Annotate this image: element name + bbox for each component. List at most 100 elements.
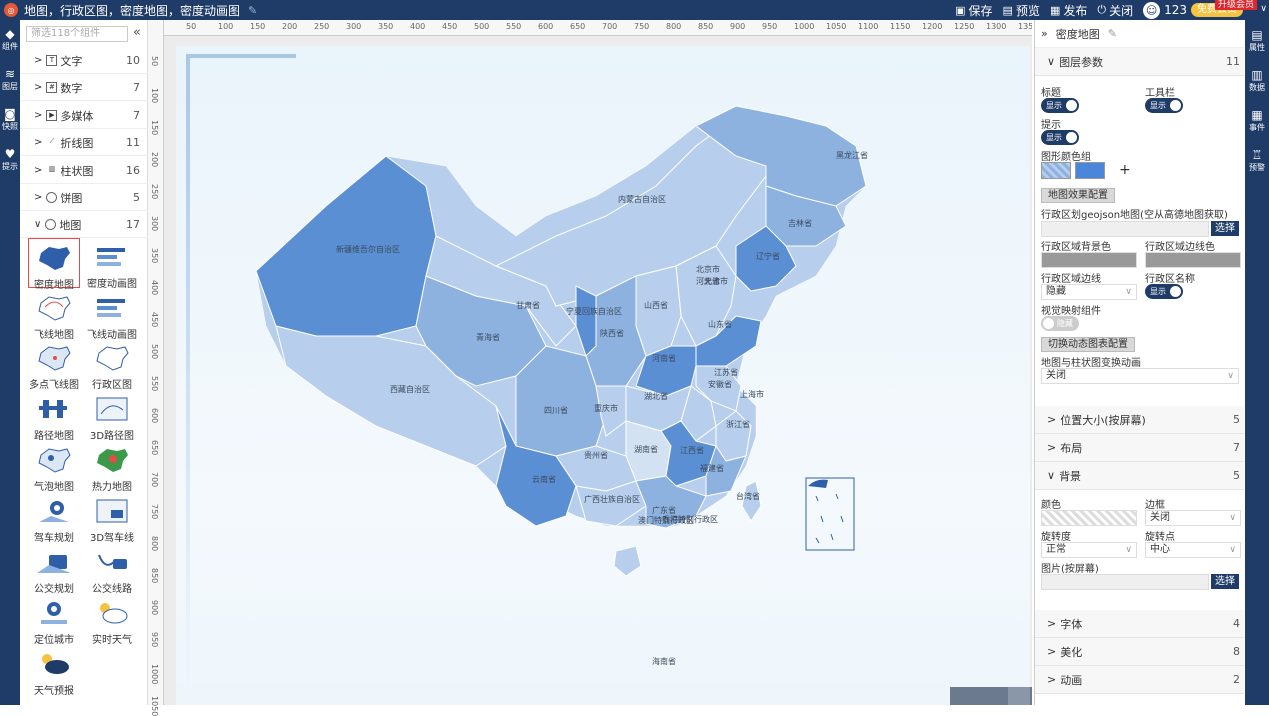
province-label: 海南省 [652, 656, 676, 666]
nav-components[interactable]: ◆ 组件 [0, 20, 20, 60]
upgrade-badge[interactable]: 升级会员 [1214, 0, 1257, 10]
nav-layers[interactable]: ≋ 图层 [0, 60, 20, 100]
category-map[interactable]: ∨ 地图 17 [20, 212, 148, 238]
tile-region-map[interactable]: 行政区图 [86, 339, 138, 391]
chevron-right-icon: > [1047, 673, 1057, 686]
tile-weather-forecast[interactable]: 天气预报 [28, 645, 80, 697]
top-bar: ◎ 地图，行政区图，密度地图，密度动画图 ✎ ▣ 保存 ▤ 预览 ▦ 发布 ⏻ 关闭 ☺… [0, 0, 1269, 20]
nav-snapshot[interactable]: ◙ 快照 [0, 100, 20, 140]
tile-flyline-map[interactable]: 飞线地图 [28, 289, 80, 341]
drive-pin-icon [35, 496, 73, 526]
toolbar-toggle[interactable]: 显示 [1145, 98, 1183, 113]
bg-border-select[interactable]: 关闭 ∨ [1145, 510, 1241, 526]
color-swatch-1[interactable] [1041, 162, 1071, 179]
nav-alarm[interactable]: ♖ 预警 [1245, 140, 1269, 180]
chevron-down-icon[interactable]: ∨ [1260, 4, 1267, 14]
publish-button[interactable]: ▦ 发布 [1050, 2, 1087, 19]
tile-bus-plan[interactable]: 公交规划 [28, 543, 80, 595]
section-beautify[interactable]: > 美化 8 [1035, 638, 1244, 666]
province-label: 山东省 [708, 319, 732, 329]
tile-locate-city[interactable]: 定位城市 [28, 594, 80, 646]
ruler-tick: 1200 [922, 22, 943, 31]
hint-toggle[interactable]: 显示 [1041, 130, 1079, 145]
section-background[interactable]: ∨ 背景 5 [1035, 462, 1244, 490]
publish-icon: ▦ [1049, 3, 1061, 17]
tile-realtime-weather[interactable]: 实时天气 [86, 594, 138, 646]
region-border-select[interactable]: 隐藏 ∨ [1041, 284, 1137, 300]
category-line-chart[interactable]: > ⟋ 折线图 11 [20, 130, 148, 156]
tile-flyline-anim[interactable]: 飞线动画图 [86, 289, 138, 341]
bg-image-input[interactable] [1041, 574, 1209, 590]
tile-heat-map[interactable]: 热力地图 [86, 441, 138, 493]
rotate-select[interactable]: 正常 ∨ [1041, 542, 1137, 558]
section-animation[interactable]: > 动画 2 [1035, 666, 1244, 694]
save-button[interactable]: ▣ 保存 [955, 2, 992, 19]
bg-color-picker[interactable] [1041, 510, 1137, 526]
section-layout[interactable]: > 布局 7 [1035, 434, 1244, 462]
nav-properties[interactable]: ▤ 属性 [1245, 20, 1269, 60]
tile-bus-route[interactable]: 公交线路 [86, 543, 138, 595]
canvas-thumbnail[interactable] [950, 687, 1032, 705]
region-name-toggle[interactable]: 显示 [1145, 284, 1183, 299]
map-bar-anim-select[interactable]: 关闭 ∨ [1041, 368, 1239, 384]
close-button[interactable]: ⏻ 关闭 [1097, 2, 1133, 19]
tile-3d-route[interactable]: 3D路径图 [86, 390, 138, 442]
section-font[interactable]: > 字体 4 [1035, 610, 1244, 638]
nav-data[interactable]: ▥ 数据 [1245, 60, 1269, 100]
category-bar-chart[interactable]: > ▥ 柱状图 16 [20, 158, 148, 184]
switch-dynamic-button[interactable]: 切换动态图表配置 [1041, 337, 1135, 352]
ruler-tick: 500 [150, 344, 159, 360]
ruler-tick: 250 [150, 184, 159, 200]
category-pie-chart[interactable]: > 饼图 5 [20, 185, 148, 211]
rotate-point-select[interactable]: 中心 ∨ [1145, 542, 1241, 558]
user-name: 123 [1164, 3, 1187, 17]
ruler-tick: 50 [150, 56, 159, 67]
tile-multipoint-flyline[interactable]: 多点飞线图 [28, 339, 80, 391]
tile-density-anim[interactable]: 密度动画图 [86, 238, 138, 290]
tile-density-map[interactable]: 密度地图 [28, 238, 80, 291]
nav-events[interactable]: ▦ 事件 [1245, 100, 1269, 140]
ruler-tick: 1100 [858, 22, 879, 31]
nav-hint[interactable]: ♥ 提示 [0, 140, 20, 180]
bg-image-select-button[interactable]: 选择 [1211, 574, 1239, 589]
canvas-thumbnail-viewport[interactable] [1008, 687, 1030, 705]
title-toggle[interactable]: 显示 [1041, 98, 1079, 113]
map-canvas[interactable]: 黑龙江省 吉林省 辽宁省 内蒙古自治区 北京市 河北省 天津市 新疆维吾尔自治区 甘肃省 宁夏回族… [176, 46, 1030, 705]
map-effect-button[interactable]: 地图效果配置 [1041, 188, 1115, 203]
province-label: 上海市 [740, 389, 764, 399]
tile-bubble-map[interactable]: 气泡地图 [28, 441, 80, 493]
region-bg-color[interactable] [1041, 252, 1137, 268]
section-layer-params[interactable]: ∨ 图层参数 11 [1035, 48, 1244, 76]
ruler-tick: 900 [730, 22, 746, 31]
add-color-button[interactable]: + [1119, 162, 1131, 178]
color-swatch-2[interactable] [1075, 162, 1105, 179]
china-density-map[interactable]: 黑龙江省吉林省辽宁省内蒙古自治区北京市河北省天津市新疆维吾尔自治区甘肃省宁夏回族… [176, 46, 1030, 705]
province-hainan [613, 545, 642, 577]
visual-map-toggle[interactable]: 隐藏 [1041, 316, 1079, 331]
geojson-select-button[interactable]: 选择 [1211, 221, 1239, 236]
expand-panel-icon[interactable]: » [1041, 27, 1048, 40]
region-border-color[interactable] [1145, 252, 1241, 268]
component-search-input[interactable]: 筛选118个组件 [26, 26, 128, 42]
weather-cloud-icon [93, 598, 131, 628]
event-icon: ▦ [1251, 107, 1263, 122]
edit-title-icon[interactable]: ✎ [248, 4, 257, 17]
geojson-input[interactable] [1041, 221, 1209, 237]
ruler-tick: 550 [150, 376, 159, 392]
category-number[interactable]: > # 数字 7 [20, 75, 148, 101]
province-label: 云南省 [532, 474, 556, 484]
category-media[interactable]: > ▶ 多媒体 7 [20, 103, 148, 129]
province-label: 江西省 [680, 445, 704, 455]
tile-3d-drive[interactable]: 3D驾车线 [86, 492, 138, 544]
ruler-tick: 600 [538, 22, 554, 31]
category-text[interactable]: > T 文字 10 [20, 48, 148, 74]
collapse-panel-icon[interactable]: « [133, 25, 141, 40]
tile-drive-plan[interactable]: 驾车规划 [28, 492, 80, 544]
ruler-tick: 350 [378, 22, 394, 31]
section-position-size[interactable]: > 位置大小(按屏幕) 5 [1035, 406, 1244, 434]
edit-name-icon[interactable]: ✎ [1108, 27, 1117, 40]
province-label: 江苏省 [714, 367, 738, 377]
preview-button[interactable]: ▤ 预览 [1003, 2, 1040, 19]
province-label: 新疆维吾尔自治区 [336, 244, 400, 254]
tile-route-map[interactable]: 路径地图 [28, 390, 80, 442]
